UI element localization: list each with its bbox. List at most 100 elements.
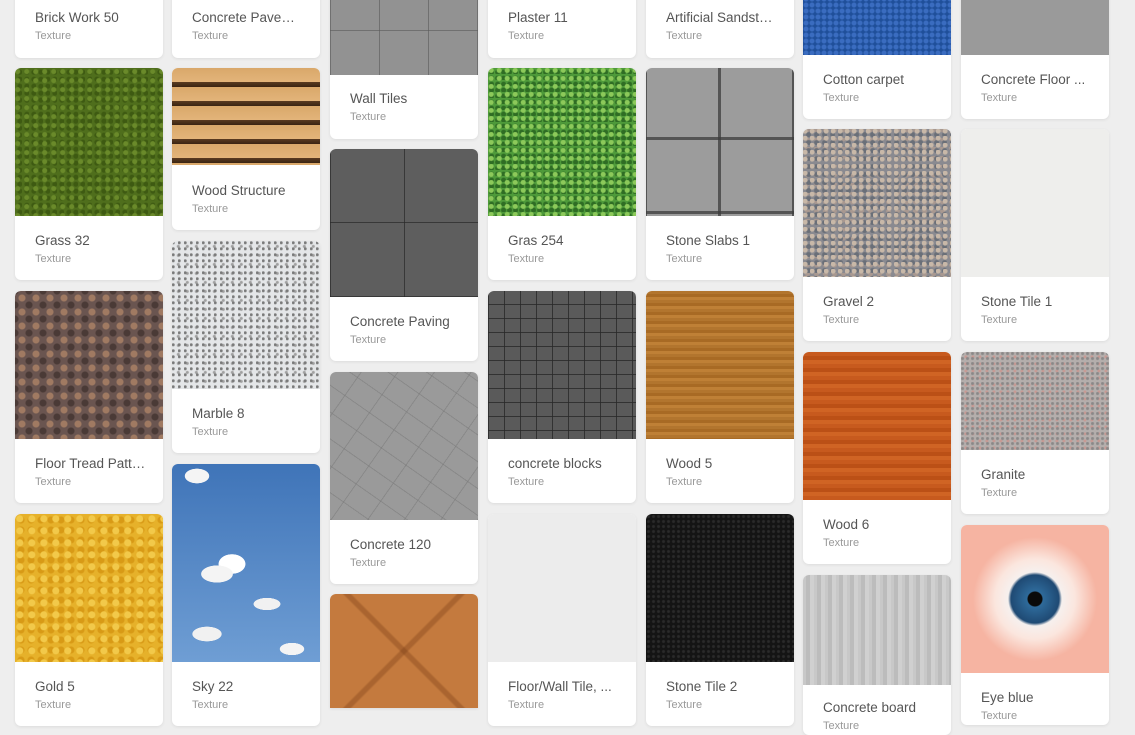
texture-thumbnail — [803, 129, 951, 277]
texture-card-floor-wall-tile[interactable]: Floor/Wall Tile, ... Texture — [488, 514, 636, 726]
texture-type-label: Texture — [508, 253, 545, 265]
texture-title: Plaster 11 — [508, 10, 568, 25]
texture-type-label: Texture — [35, 253, 72, 265]
texture-card-sky-22[interactable]: Sky 22 Texture — [172, 464, 320, 726]
texture-card-stone-tile-1[interactable]: Stone Tile 1 Texture — [961, 129, 1109, 341]
texture-title: Wood 6 — [823, 517, 870, 532]
texture-title: Granite — [981, 467, 1026, 482]
texture-type-label: Texture — [666, 30, 703, 42]
texture-title: Artificial Sandstone — [666, 10, 778, 25]
texture-title: Concrete 120 — [350, 537, 432, 552]
texture-thumbnail — [803, 352, 951, 500]
texture-title: Wood 5 — [666, 456, 713, 471]
texture-card-wood-5[interactable]: Wood 5 Texture — [646, 291, 794, 503]
texture-title: Gold 5 — [35, 679, 75, 694]
texture-title: Stone Tile 2 — [666, 679, 738, 694]
texture-type-label: Texture — [823, 537, 860, 549]
texture-card-wood-structure[interactable]: Wood Structure Texture — [172, 68, 320, 230]
texture-type-label: Texture — [350, 334, 387, 346]
texture-thumbnail — [330, 149, 478, 297]
texture-card-floor-tread-pattern[interactable]: Floor Tread Pattern Texture — [15, 291, 163, 503]
texture-title: Wood Structure — [192, 183, 286, 198]
texture-title: Concrete Floor ... — [981, 72, 1086, 87]
texture-thumbnail — [15, 291, 163, 439]
texture-thumbnail — [646, 514, 794, 662]
texture-thumbnail — [961, 129, 1109, 277]
texture-card-cotton-carpet[interactable]: Cotton carpet Texture — [803, 0, 951, 119]
texture-type-label: Texture — [666, 699, 703, 711]
texture-type-label: Texture — [981, 92, 1018, 104]
texture-type-label: Texture — [666, 476, 703, 488]
texture-card-artificial-sandstone[interactable]: Artificial Sandstone Texture — [646, 0, 794, 58]
texture-thumbnail — [803, 575, 951, 685]
texture-title: Cotton carpet — [823, 72, 905, 87]
texture-card-eye-blue[interactable]: Eye blue Texture — [961, 525, 1109, 725]
texture-card-gras-254[interactable]: Gras 254 Texture — [488, 68, 636, 280]
texture-card-concrete-blocks[interactable]: concrete blocks Texture — [488, 291, 636, 503]
texture-title: Wall Tiles — [350, 91, 408, 106]
texture-title: Floor Tread Pattern — [35, 456, 147, 471]
texture-type-label: Texture — [823, 92, 860, 104]
texture-card-granite[interactable]: Granite Texture — [961, 352, 1109, 514]
texture-type-label: Texture — [508, 699, 545, 711]
texture-title: Gravel 2 — [823, 294, 875, 309]
texture-card-brick-work-50[interactable]: Brick Work 50 Texture — [15, 0, 163, 58]
texture-type-label: Texture — [192, 699, 229, 711]
texture-type-label: Texture — [981, 487, 1018, 499]
texture-title: Eye blue — [981, 690, 1034, 705]
texture-thumbnail — [961, 0, 1109, 55]
texture-thumbnail — [488, 514, 636, 662]
texture-title: Gras 254 — [508, 233, 564, 248]
texture-card-gold-5[interactable]: Gold 5 Texture — [15, 514, 163, 726]
texture-card-wood-6[interactable]: Wood 6 Texture — [803, 352, 951, 564]
texture-thumbnail — [488, 68, 636, 216]
texture-type-label: Texture — [350, 557, 387, 569]
texture-type-label: Texture — [192, 203, 229, 215]
texture-title: Stone Tile 1 — [981, 294, 1053, 309]
texture-title: Concrete Paving — [350, 314, 450, 329]
texture-thumbnail — [172, 464, 320, 662]
texture-thumbnail — [803, 0, 951, 55]
texture-type-label: Texture — [981, 314, 1018, 326]
texture-card-concrete-paving[interactable]: Concrete Paving Texture — [330, 149, 478, 361]
texture-thumbnail — [15, 514, 163, 662]
texture-card-concrete-120[interactable]: Concrete 120 Texture — [330, 372, 478, 584]
texture-card-concrete-floor[interactable]: Concrete Floor ... Texture — [961, 0, 1109, 119]
texture-type-label: Texture — [508, 476, 545, 488]
texture-card-concrete-board[interactable]: Concrete board Texture — [803, 575, 951, 735]
texture-thumbnail — [172, 68, 320, 165]
texture-thumbnail — [488, 291, 636, 439]
texture-type-label: Texture — [35, 30, 72, 42]
texture-card-stone-tile-2[interactable]: Stone Tile 2 Texture — [646, 514, 794, 726]
texture-thumbnail — [172, 241, 320, 389]
texture-card-plaster-11[interactable]: Plaster 11 Texture — [488, 0, 636, 58]
texture-type-label: Texture — [192, 426, 229, 438]
texture-card-marble-8[interactable]: Marble 8 Texture — [172, 241, 320, 453]
texture-type-label: Texture — [35, 699, 72, 711]
texture-type-label: Texture — [981, 710, 1018, 722]
texture-thumbnail — [646, 68, 794, 216]
texture-card-wall-tiles[interactable]: Wall Tiles Texture — [330, 0, 478, 139]
texture-title: Concrete Pavement — [192, 10, 304, 25]
texture-type-label: Texture — [192, 30, 229, 42]
texture-type-label: Texture — [823, 720, 860, 732]
texture-thumbnail — [330, 372, 478, 520]
texture-type-label: Texture — [823, 314, 860, 326]
texture-type-label: Texture — [508, 30, 545, 42]
texture-card-gravel-2[interactable]: Gravel 2 Texture — [803, 129, 951, 341]
texture-card-parquet[interactable] — [330, 594, 478, 708]
texture-title: Sky 22 — [192, 679, 234, 694]
texture-title: Floor/Wall Tile, ... — [508, 679, 612, 694]
texture-title: Stone Slabs 1 — [666, 233, 751, 248]
texture-title: concrete blocks — [508, 456, 602, 471]
texture-title: Grass 32 — [35, 233, 90, 248]
texture-type-label: Texture — [666, 253, 703, 265]
texture-card-stone-slabs-1[interactable]: Stone Slabs 1 Texture — [646, 68, 794, 280]
texture-card-concrete-pavement[interactable]: Concrete Pavement Texture — [172, 0, 320, 58]
texture-thumbnail — [961, 525, 1109, 673]
texture-thumbnail — [15, 68, 163, 216]
texture-thumbnail — [330, 594, 478, 708]
texture-card-grass-32[interactable]: Grass 32 Texture — [15, 68, 163, 280]
texture-thumbnail — [330, 0, 478, 75]
texture-type-label: Texture — [35, 476, 72, 488]
